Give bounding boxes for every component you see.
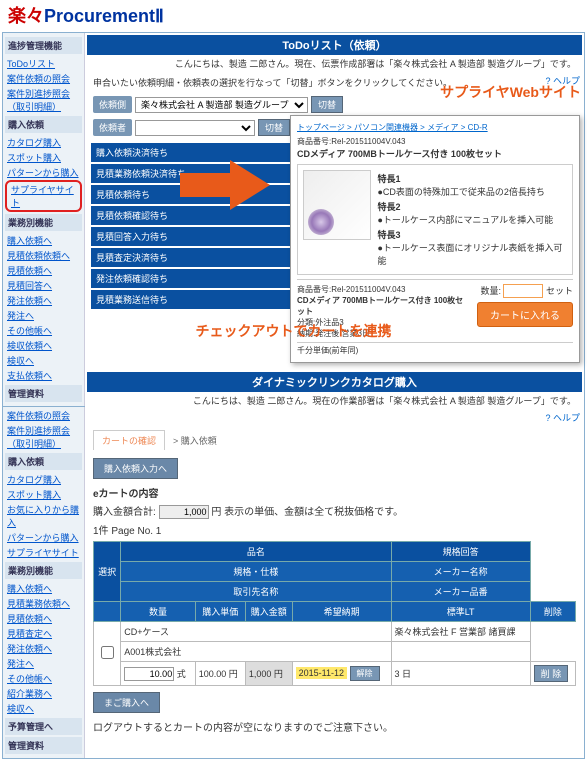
cart-table: 選択 品名 規格回答 規格・仕様 メーカー名称 取引先名称 メーカー品番 数量 … xyxy=(93,541,576,686)
callout-supplier: サプライヤWebサイト xyxy=(440,82,581,102)
sidebar-item[interactable]: 購入依頼へ xyxy=(5,233,82,248)
sidebar-item[interactable]: スポット購入 xyxy=(5,487,82,502)
sidebar-item[interactable]: カタログ購入 xyxy=(5,135,82,150)
delete-button[interactable]: 削 除 xyxy=(534,665,569,682)
sidebar-item[interactable]: 紹介業務へ xyxy=(5,686,82,701)
row-checkbox[interactable] xyxy=(101,646,114,659)
side-group-admin: 管理資料 xyxy=(5,385,82,402)
sidebar-item[interactable]: 発注依頼へ xyxy=(5,293,82,308)
page-info: 1件 Page No. 1 xyxy=(93,522,576,537)
sidebar-item[interactable]: 見積業務依頼へ xyxy=(5,596,82,611)
sidebar-item[interactable]: 検収へ xyxy=(5,353,82,368)
product-name: CDメディア 700MBトールケース付き 100枚セット xyxy=(297,147,573,160)
sidebar-item[interactable]: 案件別進捗照会（取引明細） xyxy=(5,423,82,451)
side-group-progress: 進捗管理機能 xyxy=(5,37,82,54)
requester-select[interactable] xyxy=(135,120,255,136)
sidebar-item[interactable]: 案件依頼の照会 xyxy=(5,408,82,423)
sidebar-bottom: 進捗管理機能 ToDoリスト 案件依頼の照会 案件別進捗照会（取引明細） 購入依… xyxy=(3,370,85,758)
greeting: こんにちは、製造 二郎さん。現在、伝票作成部署は「楽々株式会社 A 製造部 製造… xyxy=(87,55,582,72)
sidebar-item[interactable]: お気に入りから購入 xyxy=(5,502,82,530)
filter-label: 依頼側 xyxy=(93,96,132,113)
product-name2: CDメディア 700MBトールケース付き 100枚セット xyxy=(297,295,469,317)
product-features: 特長1●CD表面の特殊加工で従来品の2倍長持ち 特長2●トールケース内部にマニュ… xyxy=(377,170,567,269)
switch-button[interactable]: 切替 xyxy=(311,96,343,113)
sidebar-item[interactable]: カタログ購入 xyxy=(5,472,82,487)
sidebar-item[interactable]: 発注へ xyxy=(5,656,82,671)
bottom-panel: 進捗管理機能 ToDoリスト 案件依頼の照会 案件別進捗照会（取引明細） 購入依… xyxy=(2,369,585,759)
sidebar-item[interactable]: 見積依頼へ xyxy=(5,611,82,626)
page-title: ToDoリスト（依頼） xyxy=(87,35,582,55)
main-bottom: ダイナミックリンクカタログ購入 こんにちは、製造 二郎さん。現在の作業部署は「楽… xyxy=(85,370,584,758)
side-group-biz: 業務別機能 xyxy=(5,214,82,231)
product-image xyxy=(303,170,371,240)
dept-select[interactable]: 楽々株式会社 A 製造部 製造グループ xyxy=(135,97,308,113)
side-group-purchase: 購入依頼 xyxy=(5,116,82,133)
logout-note: ログアウトするとカートの内容が空になりますのでご注意下さい。 xyxy=(93,719,576,734)
callout-checkout: チェックアウトでカートを連携 xyxy=(0,315,587,347)
arrow-right-icon xyxy=(230,160,270,210)
sidebar-item[interactable]: 検収へ xyxy=(5,701,82,716)
qty-field[interactable] xyxy=(124,667,174,681)
switch-button2[interactable]: 切替 xyxy=(258,119,290,136)
product-code2: 商品番号:Rel-201511004V.043 xyxy=(297,284,469,295)
sidebar-item[interactable]: 見積依頼へ xyxy=(5,263,82,278)
sidebar-item[interactable]: 見積回答へ xyxy=(5,278,82,293)
total-field xyxy=(159,505,209,519)
qty-input[interactable] xyxy=(503,284,543,298)
sidebar-item[interactable]: 購入依頼へ xyxy=(5,581,82,596)
sidebar-item[interactable]: 支払依頼へ xyxy=(5,368,82,383)
cart-section: eカートの内容 xyxy=(93,485,576,500)
product-code: 商品番号:Rel-201511004V.043 xyxy=(297,136,573,147)
logo: 楽々ProcurementⅡ xyxy=(0,0,587,30)
sidebar-item[interactable]: 案件別進捗照会（取引明細） xyxy=(5,86,82,114)
page-title2: ダイナミックリンクカタログ購入 xyxy=(87,372,582,392)
help-link2[interactable]: ? ヘルプ xyxy=(543,409,582,426)
date-field[interactable]: 2015-11-12 xyxy=(296,667,347,679)
sidebar-item[interactable]: ToDoリスト xyxy=(5,56,82,71)
clear-date-button[interactable]: 解除 xyxy=(350,666,380,681)
to-request-button[interactable]: 購入依頼入力へ xyxy=(93,458,178,479)
tab-request[interactable]: > 購入依頼 xyxy=(165,431,225,450)
repurchase-button[interactable]: まご購入へ xyxy=(93,692,160,713)
table-row: 式 100.00 円 1,000 円 2015-11-12 解除 3 日 削 除 xyxy=(94,662,576,686)
sidebar-item[interactable]: その他帳へ xyxy=(5,671,82,686)
breadcrumb[interactable]: トップページ > パソコン関連機器 > メディア > CD-R xyxy=(297,122,573,133)
sidebar-item[interactable]: 案件依頼の照会 xyxy=(5,71,82,86)
sidebar-item[interactable]: パターンから購入 xyxy=(5,165,82,180)
sidebar-item-supplier[interactable]: サプライヤサイト xyxy=(9,182,78,210)
filter-label2: 依頼者 xyxy=(93,119,132,136)
sidebar-item[interactable]: パターンから購入 xyxy=(5,530,82,545)
sidebar-item[interactable]: スポット購入 xyxy=(5,150,82,165)
sidebar-item[interactable]: 発注依頼へ xyxy=(5,641,82,656)
sidebar-item[interactable]: 見積査定へ xyxy=(5,626,82,641)
sidebar-item[interactable]: 見積依頼依頼へ xyxy=(5,248,82,263)
table-row: CD+ケース 楽々株式会社 F 営業部 諸買課 xyxy=(94,622,576,642)
table-row: A001株式会社 xyxy=(94,642,576,662)
tab-cart[interactable]: カートの確認 xyxy=(93,430,165,450)
sidebar-top: 進捗管理機能 ToDoリスト 案件依頼の照会 案件別進捗照会（取引明細） 購入依… xyxy=(3,33,85,406)
greeting2: こんにちは、製造 二郎さん。現在の作業部署は「楽々株式会社 A 製造部 製造グル… xyxy=(87,392,582,409)
sidebar-item-supplier[interactable]: サプライヤサイト xyxy=(5,545,82,560)
